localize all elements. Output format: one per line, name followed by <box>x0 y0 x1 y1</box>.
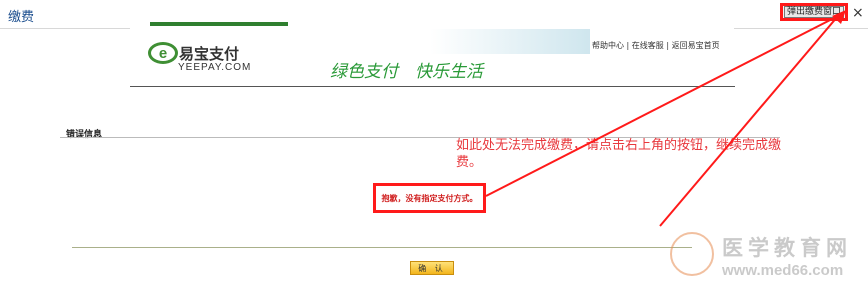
title-bar: 缴费 <box>0 0 868 29</box>
footer-divider <box>72 247 692 248</box>
help-center-link[interactable]: 帮助中心 <box>592 41 624 50</box>
watermark-title: 医学教育网 <box>722 236 852 260</box>
yeepay-logo: e 易宝支付 YEEPAY.COM <box>148 40 252 76</box>
confirm-button[interactable]: 确 认 <box>410 261 454 275</box>
error-message: 抱歉，没有指定支付方式。 <box>381 193 478 203</box>
error-highlight-box: 抱歉，没有指定支付方式。 <box>373 183 486 213</box>
logo-subtext: YEEPAY.COM <box>178 62 252 73</box>
popout-payment-window-button[interactable]: 弹出缴费窗口 <box>780 3 848 21</box>
watermark-logo-icon <box>670 232 714 276</box>
header-gradient-band <box>430 29 590 54</box>
header-divider <box>130 86 735 87</box>
watermark-url: www.med66.com <box>722 262 844 279</box>
online-service-link[interactable]: 在线客服 <box>632 41 664 50</box>
window-title: 缴费 <box>8 10 35 25</box>
section-heading: 错误信息 <box>66 130 103 140</box>
popout-button-label: 弹出缴费窗口 <box>783 6 844 18</box>
back-home-link[interactable]: 返回易宝首页 <box>672 41 720 50</box>
yeepay-logo-icon: e <box>148 42 178 64</box>
logo-text: 易宝支付 <box>179 45 240 63</box>
watermark: 医学教育网 www.med66.com <box>666 228 866 284</box>
header-links: 帮助中心 | 在线客服 | 返回易宝首页 <box>592 40 720 51</box>
slogan: 绿色支付 快乐生活 <box>330 62 483 82</box>
close-icon[interactable]: × <box>852 5 864 21</box>
annotation-note: 如此处无法完成缴费，请点击右上角的按钮，继续完成缴费。 <box>456 138 782 170</box>
